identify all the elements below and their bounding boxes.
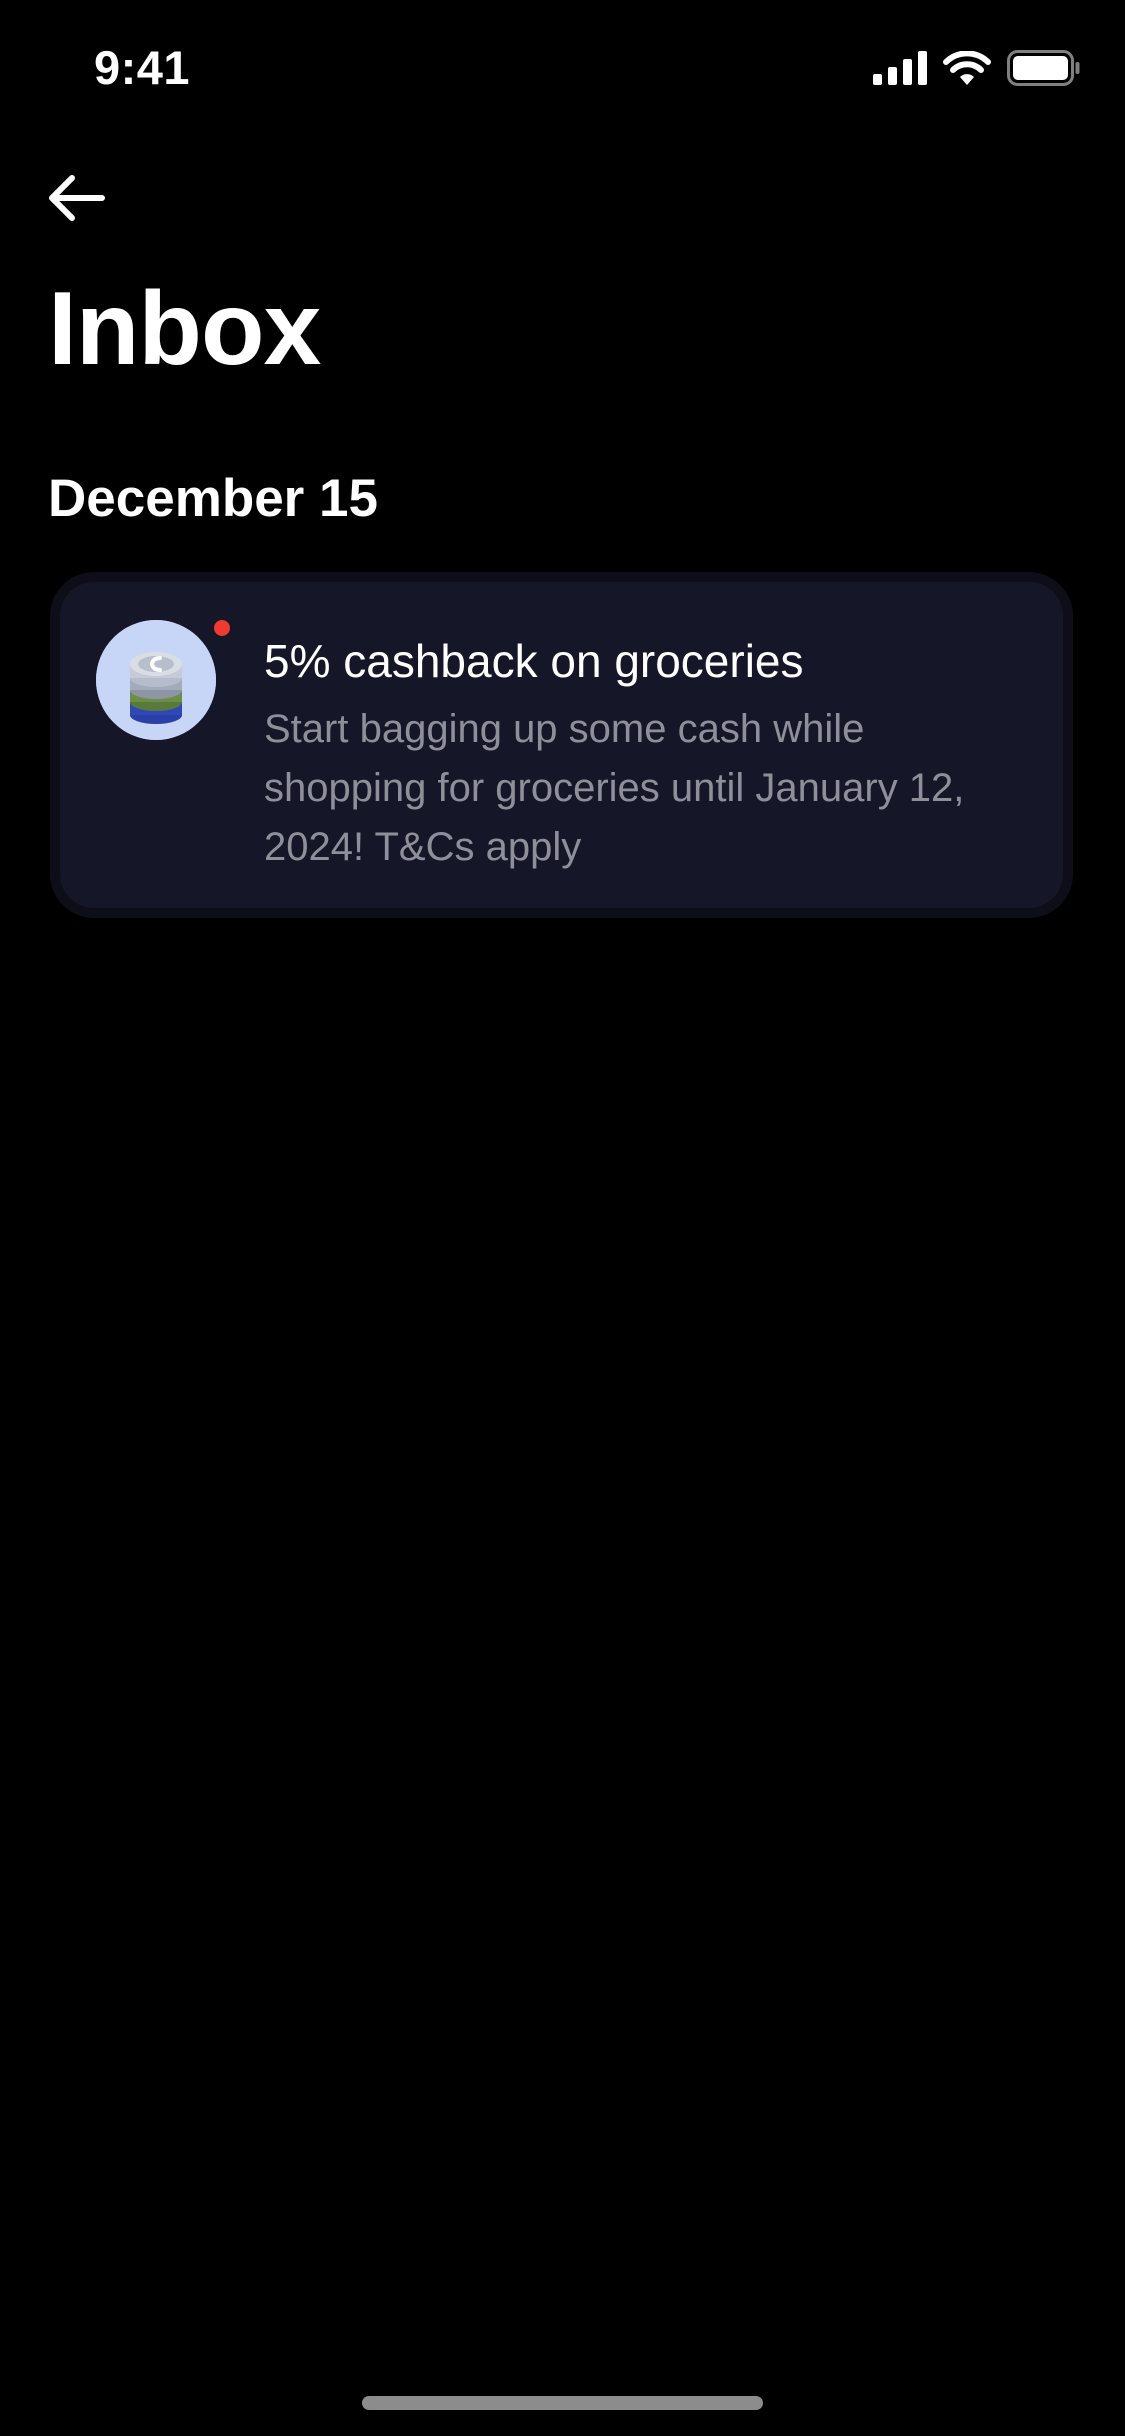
notification-title: 5% cashback on groceries — [264, 635, 804, 687]
notification-card[interactable]: 5% cashback on groceries Start bagging u… — [50, 572, 1073, 918]
home-indicator[interactable] — [362, 2396, 763, 2410]
section-date: December 15 — [48, 469, 378, 528]
status-icons — [873, 50, 1081, 91]
arrow-left-icon — [46, 173, 106, 228]
unread-indicator — [214, 620, 230, 636]
back-button[interactable] — [44, 168, 108, 232]
wifi-icon — [943, 50, 991, 90]
signal-icon — [873, 51, 927, 90]
status-bar: 9:41 — [0, 0, 1125, 140]
battery-icon — [1007, 50, 1081, 91]
page-title: Inbox — [48, 271, 321, 387]
notification-body: Start bagging up some cash while shoppin… — [264, 707, 965, 869]
cashback-coins-icon — [96, 620, 216, 740]
status-time: 9:41 — [94, 41, 191, 94]
